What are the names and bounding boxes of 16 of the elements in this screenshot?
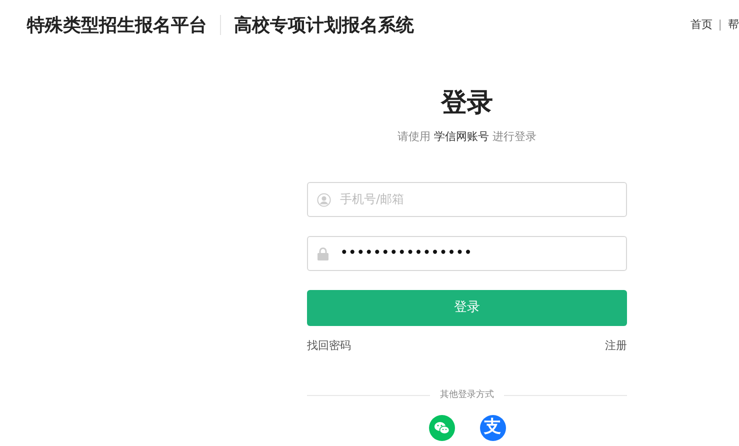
- account-field[interactable]: 手机号/邮箱: [307, 182, 627, 217]
- forgot-password-link[interactable]: 找回密码: [307, 338, 351, 354]
- password-field[interactable]: ••••••••••••••••: [307, 236, 627, 271]
- site-title: 特殊类型招生报名平台: [27, 14, 207, 38]
- alipay-icon[interactable]: 支: [480, 414, 506, 441]
- nav-link[interactable]: 首页: [690, 16, 712, 34]
- system-title: 高校专项计划报名系统: [234, 14, 414, 38]
- nav-separator: |: [718, 16, 722, 33]
- register-link[interactable]: 注册: [605, 338, 627, 354]
- wechat-icon[interactable]: [428, 414, 454, 441]
- login-title: 登录: [440, 88, 494, 120]
- lock-icon: [317, 246, 329, 261]
- other-login-label: 其他登录方式: [439, 389, 495, 402]
- user-icon: [317, 192, 331, 207]
- login-subtitle: 请使用 学信网账号 进行登录: [396, 129, 538, 146]
- nav-link[interactable]: 帮: [728, 16, 739, 34]
